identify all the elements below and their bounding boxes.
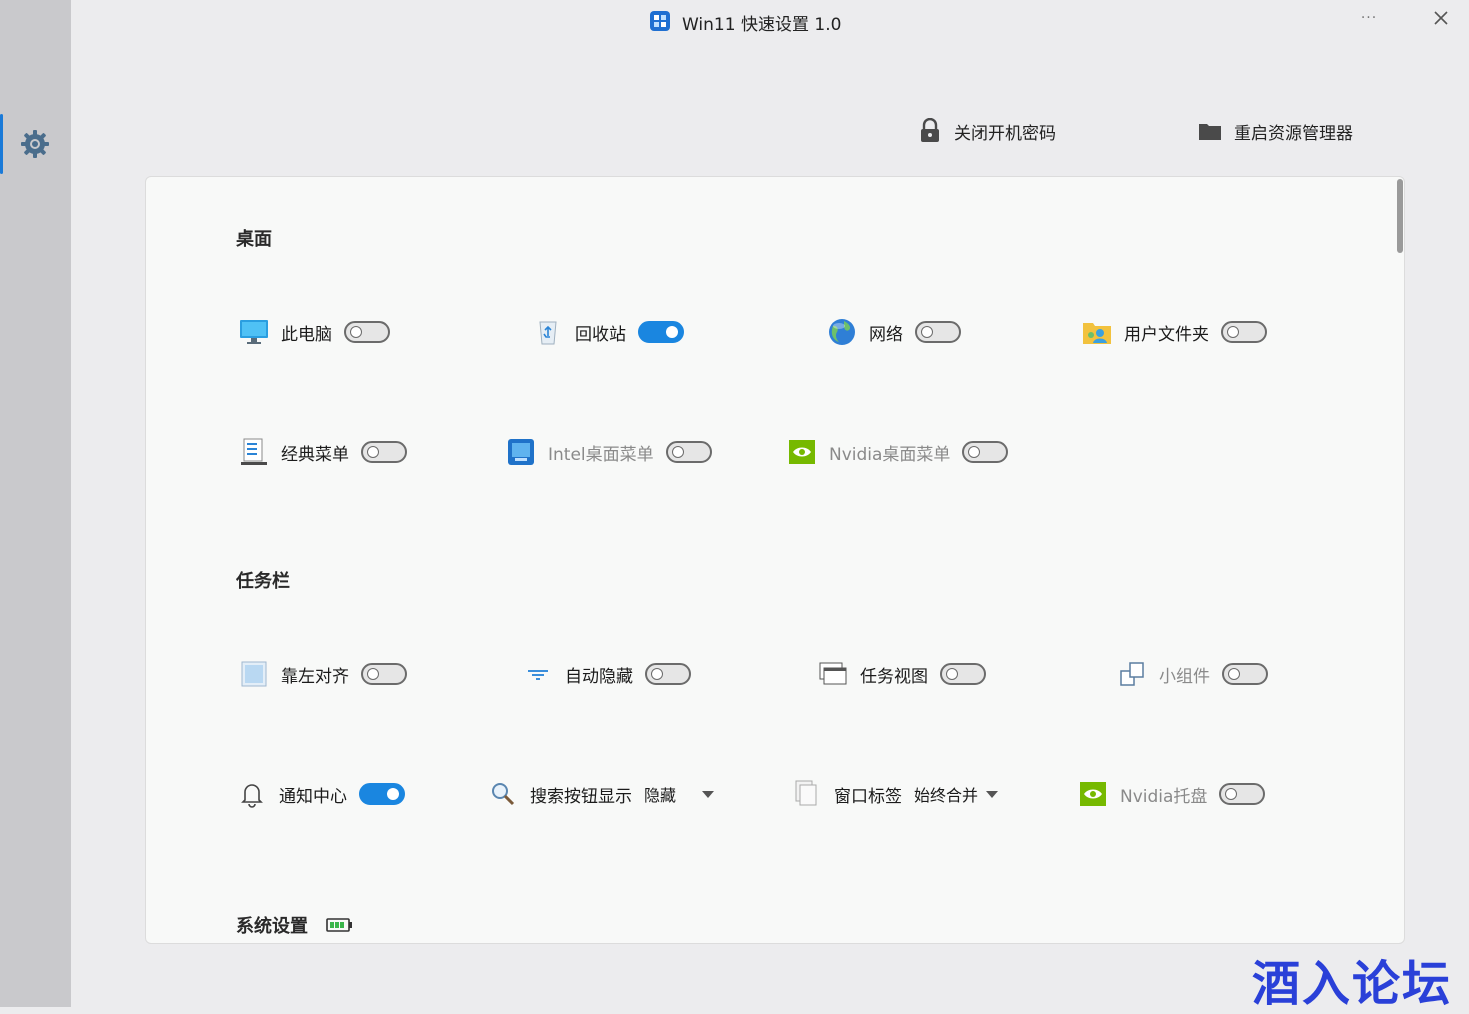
section-title-taskbar: 任务栏 [236, 571, 290, 592]
taskbar-item-widgets: 小组件 [1117, 658, 1268, 690]
auto-hide-toggle[interactable] [645, 663, 691, 685]
taskbar-item-nvidia-tray: Nvidia托盘 [1078, 778, 1266, 810]
nvidia-icon [1078, 779, 1108, 809]
restart-explorer-button[interactable]: 重启资源管理器 [1198, 116, 1353, 146]
nvidia-tray-label: Nvidia托盘 [1120, 786, 1208, 807]
monitor-icon [239, 317, 269, 347]
classic-menu-toggle[interactable] [361, 441, 407, 463]
task-view-label: 任务视图 [860, 666, 928, 687]
widgets-label: 小组件 [1159, 666, 1210, 687]
system-title-label: 系统设置 [236, 916, 308, 937]
battery-icon [326, 918, 352, 932]
network-toggle[interactable] [915, 321, 961, 343]
window-labels-label: 窗口标签 [834, 786, 902, 807]
intel-icon [506, 437, 536, 467]
close-icon [1434, 11, 1448, 25]
taskbar-item-left-align: 靠左对齐 [239, 658, 407, 690]
widgets-icon [1117, 659, 1147, 689]
window-title: Win11 快速设置 1.0 [682, 15, 842, 35]
chevron-down-icon [986, 790, 999, 798]
disable-password-label: 关闭开机密码 [954, 123, 1056, 144]
sidebar-selection-indicator [0, 114, 3, 174]
desktop-item-this-pc: 此电脑 [239, 316, 390, 348]
recycle-bin-icon [533, 317, 563, 347]
network-label: 网络 [869, 324, 903, 345]
search-icon [488, 779, 518, 809]
nvidia-icon [787, 437, 817, 467]
notification-center-toggle[interactable] [359, 783, 405, 805]
search-button-dropdown[interactable]: 隐藏 [644, 782, 715, 806]
restart-explorer-label: 重启资源管理器 [1234, 123, 1353, 144]
left-align-toggle[interactable] [361, 663, 407, 685]
settings-panel: 桌面 此电脑 回收站 网络 用户文件夹 经典菜单 Intel桌面菜单 Nvidi… [145, 176, 1405, 944]
search-button-label: 搜索按钮显示 [530, 786, 632, 807]
lock-icon [921, 118, 939, 142]
taskbar-item-auto-hide: 自动隐藏 [523, 658, 691, 690]
globe-icon [827, 317, 857, 347]
auto-hide-icon [523, 659, 553, 689]
taskbar-item-window-labels: 窗口标签 始终合并 [792, 778, 999, 810]
desktop-item-intel-menu: Intel桌面菜单 [506, 436, 712, 468]
sidebar [0, 0, 71, 1007]
auto-hide-label: 自动隐藏 [565, 666, 633, 687]
user-folder-toggle[interactable] [1221, 321, 1267, 343]
user-folder-label: 用户文件夹 [1124, 324, 1209, 345]
disable-password-button[interactable]: 关闭开机密码 [918, 116, 1056, 146]
bell-icon [237, 779, 267, 809]
taskbar-item-search-button: 搜索按钮显示 隐藏 [488, 778, 715, 810]
taskbar-item-task-view: 任务视图 [818, 658, 986, 690]
nvidia-menu-label: Nvidia桌面菜单 [829, 444, 951, 465]
intel-menu-toggle[interactable] [665, 441, 712, 463]
notification-center-label: 通知中心 [279, 786, 347, 807]
recycle-bin-label: 回收站 [575, 324, 626, 345]
this-pc-label: 此电脑 [281, 324, 332, 345]
taskbar-item-notification-center: 通知中心 [237, 778, 405, 810]
task-view-toggle[interactable] [940, 663, 986, 685]
app-icon [649, 10, 671, 32]
window-labels-icon [792, 779, 822, 809]
search-button-value: 隐藏 [644, 786, 677, 805]
title-bar: Win11 快速设置 1.0 ··· [71, 0, 1469, 42]
folder-icon [1199, 124, 1221, 140]
task-view-icon [818, 659, 848, 689]
more-options-button[interactable]: ··· [1355, 6, 1383, 34]
widgets-toggle[interactable] [1222, 663, 1268, 685]
section-title-system: 系统设置 [236, 912, 354, 938]
classic-menu-label: 经典菜单 [281, 444, 349, 465]
align-left-icon [239, 659, 269, 689]
gear-icon[interactable] [19, 128, 51, 160]
desktop-item-classic-menu: 经典菜单 [239, 436, 407, 468]
section-title-desktop: 桌面 [236, 229, 272, 250]
window-labels-value: 始终合并 [914, 786, 979, 805]
nvidia-menu-toggle[interactable] [962, 441, 1009, 463]
close-button[interactable] [1427, 4, 1455, 32]
this-pc-toggle[interactable] [344, 321, 390, 343]
intel-menu-label: Intel桌面菜单 [548, 444, 654, 465]
classic-menu-icon [239, 437, 269, 467]
user-folder-icon [1082, 317, 1112, 347]
window-labels-dropdown[interactable]: 始终合并 [914, 782, 999, 806]
recycle-bin-toggle[interactable] [638, 321, 684, 343]
desktop-item-recycle-bin: 回收站 [533, 316, 684, 348]
chevron-down-icon [702, 790, 715, 798]
scrollbar[interactable] [1396, 177, 1404, 943]
watermark: 酒入论坛 [1252, 956, 1453, 1012]
left-align-label: 靠左对齐 [281, 666, 349, 687]
desktop-item-nvidia-menu: Nvidia桌面菜单 [787, 436, 1009, 468]
desktop-item-user-folder: 用户文件夹 [1082, 316, 1267, 348]
nvidia-tray-toggle[interactable] [1219, 783, 1266, 805]
scrollbar-thumb[interactable] [1397, 179, 1403, 253]
desktop-item-network: 网络 [827, 316, 961, 348]
